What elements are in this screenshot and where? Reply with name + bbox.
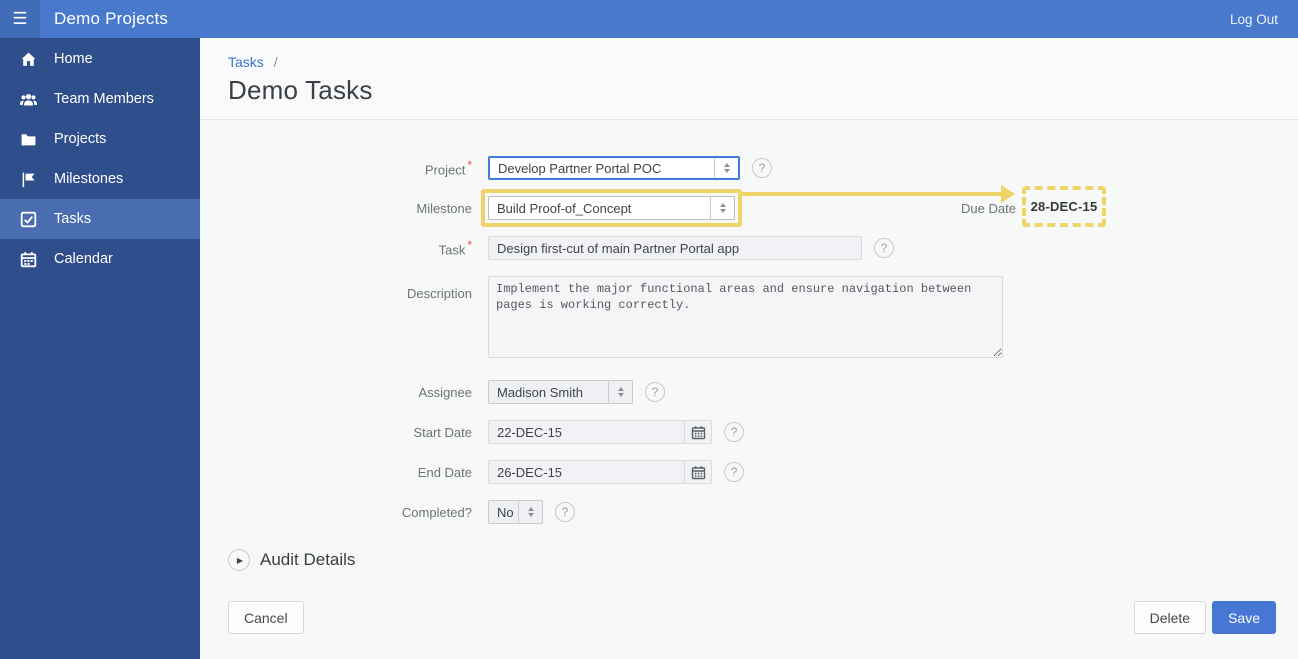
hamburger-icon: ☰ [12,9,28,28]
milestone-select[interactable]: Build Proof-of_Concept [488,196,735,220]
sidebar-item-label: Tasks [54,211,92,227]
audit-details-label: Audit Details [260,550,356,569]
assignee-field-row: Assignee Madison Smith ? [228,372,1276,412]
sidebar-item-tasks[interactable]: Tasks [0,199,200,239]
sidebar-item-calendar[interactable]: Calendar [0,239,200,279]
select-arrows-icon [608,381,632,403]
assignee-help-icon[interactable]: ? [645,382,665,402]
home-icon [21,52,36,66]
tasks-check-icon [20,211,37,227]
delete-button[interactable]: Delete [1133,601,1207,634]
sidebar-nav: Home Team Members Projects Milestones Ta… [0,38,200,659]
end-date-label: End Date [417,464,472,480]
calendar-icon [691,465,705,479]
required-marker: * [467,238,472,253]
sidebar-item-team-members[interactable]: Team Members [0,79,200,119]
team-members-icon [20,93,37,105]
audit-details-region: ▶ Audit Details [228,545,1276,575]
assignee-label: Assignee [418,384,472,400]
sidebar-item-label: Milestones [54,171,124,187]
projects-folder-icon [21,133,36,145]
select-arrows-icon [714,158,738,178]
description-field-row: Description Implement the major function… [228,268,1276,372]
milestone-field-row: Milestone Build Proof-of_Concept Due Dat… [228,185,1276,228]
sidebar-item-label: Calendar [54,251,113,267]
task-input[interactable] [488,236,862,260]
menu-toggle-button[interactable]: ☰ [0,0,40,38]
end-date-field-row: End Date ? [228,452,1276,492]
select-arrows-icon [710,197,734,219]
breadcrumb-link-tasks[interactable]: Tasks [228,54,264,70]
start-date-field-row: Start Date ? [228,412,1276,452]
save-button[interactable]: Save [1212,601,1276,634]
audit-details-expand-button[interactable]: ▶ [228,549,250,571]
completed-help-icon[interactable]: ? [555,502,575,522]
milestone-label: Milestone [416,200,472,216]
top-navigation-bar: ☰ Demo Projects Log Out [0,0,1298,38]
task-help-icon[interactable]: ? [874,238,894,258]
due-date-label: Due Date [961,201,1016,216]
end-date-input[interactable] [488,460,685,484]
form-button-bar: Cancel Delete Save [228,601,1276,634]
end-date-help-icon[interactable]: ? [724,462,744,482]
project-field-row: Project * Develop Partner Portal POC ? [228,148,1276,188]
calendar-icon [691,425,705,439]
sidebar-item-home[interactable]: Home [0,39,200,79]
description-label: Description [406,286,472,301]
due-date-annotation-box: 28-DEC-15 [1022,186,1106,227]
description-textarea[interactable]: Implement the major functional areas and… [488,276,1003,358]
required-marker: * [467,158,472,173]
due-date-value: 28-DEC-15 [1030,199,1098,214]
app-title: Demo Projects [54,9,169,28]
annotation-arrow-icon [742,185,1015,203]
sidebar-item-projects[interactable]: Projects [0,119,200,159]
project-label: Project * [424,158,472,178]
milestone-highlight-annotation: Build Proof-of_Concept [481,189,742,227]
sidebar-item-label: Home [54,51,93,67]
assignee-select[interactable]: Madison Smith [488,380,633,404]
completed-field-row: Completed? No ? [228,492,1276,532]
logout-link[interactable]: Log Out [1230,12,1278,27]
sidebar-item-milestones[interactable]: Milestones [0,159,200,199]
project-select[interactable]: Develop Partner Portal POC [488,156,740,180]
calendar-icon [20,251,37,267]
task-field-row: Task* ? [228,228,1276,268]
completed-select[interactable]: No [488,500,543,524]
cancel-button[interactable]: Cancel [228,601,304,634]
select-arrows-icon [518,501,542,523]
expand-triangle-icon: ▶ [236,555,244,565]
page-header: Tasks / Demo Tasks [200,38,1298,120]
start-date-help-icon[interactable]: ? [724,422,744,442]
milestones-flag-icon [22,172,35,187]
start-date-label: Start Date [413,424,472,440]
completed-label: Completed? [401,504,472,520]
sidebar-item-label: Team Members [54,91,154,107]
page-title: Demo Tasks [228,75,373,105]
end-date-picker-button[interactable] [685,460,712,484]
breadcrumb: Tasks / [228,54,1270,70]
project-help-icon[interactable]: ? [752,158,772,178]
start-date-input[interactable] [488,420,685,444]
sidebar-item-label: Projects [54,131,107,147]
task-label: Task * [438,238,472,258]
start-date-picker-button[interactable] [685,420,712,444]
breadcrumb-separator: / [273,54,278,70]
